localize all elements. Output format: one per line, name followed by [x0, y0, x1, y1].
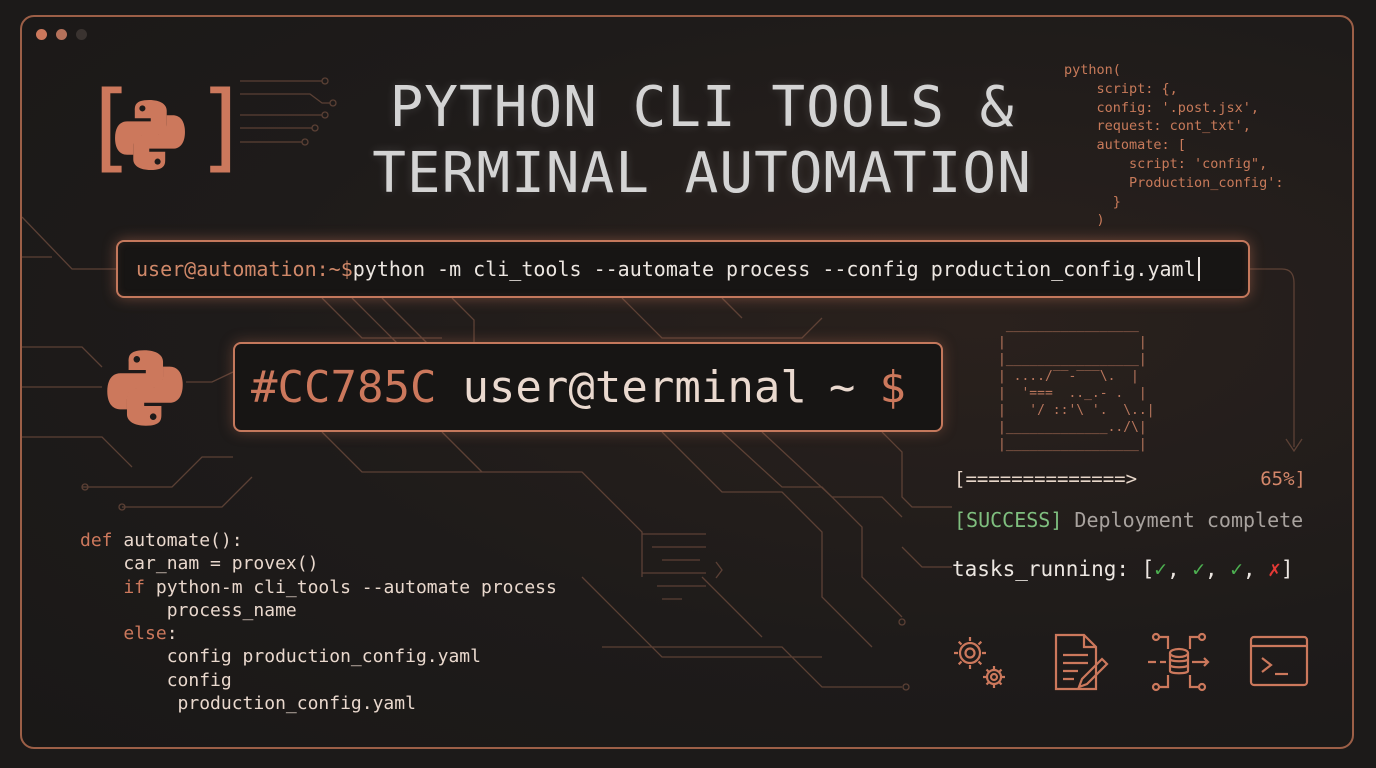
code-line: automate: [: [1064, 137, 1186, 154]
banner-dollar: $: [879, 361, 906, 413]
ascii-line: |_________________|: [998, 437, 1147, 452]
ascii-line: _________________: [998, 318, 1147, 333]
task-check-icon: ✓: [1192, 557, 1205, 581]
tasks-label: tasks_running: [: [952, 557, 1155, 581]
code-line: process_name: [80, 599, 297, 621]
task-separator: ,: [1242, 557, 1269, 581]
task-check-icon: ✓: [1230, 557, 1243, 581]
terminal-icon[interactable]: [1246, 629, 1312, 699]
code-keyword: else: [80, 623, 167, 645]
ascii-line: | ..../‾‾-‾‾‾\. |: [998, 369, 1139, 384]
tasks-running: tasks_running: [✓, ✓, ✓, ✗]: [952, 557, 1293, 581]
window-dot-close[interactable]: [36, 29, 47, 40]
code-line: script: 'config",: [1064, 155, 1268, 172]
terminal-banner: #CC785C user@terminal ~ $: [233, 342, 943, 432]
title-line-1: PYTHON CLI TOOLS &: [389, 75, 1015, 140]
code-line: config: '.post.jsx',: [1064, 99, 1260, 116]
code-line: script: {,: [1064, 80, 1178, 97]
status-line: [SUCCESS] Deployment complete: [954, 508, 1303, 532]
ascii-line: | '=== .._.- . |: [998, 386, 1147, 401]
ascii-line: |_________________|: [998, 352, 1147, 367]
bracket-right: ]: [194, 71, 252, 183]
task-check-icon: ✓: [1154, 557, 1167, 581]
code-line: car_nam = provex(): [80, 553, 319, 575]
task-separator: ,: [1166, 557, 1193, 581]
code-line: automate():: [112, 530, 243, 551]
window-dot-maximize[interactable]: [76, 29, 87, 40]
code-snippet-bottom: def automate(): car_nam = provex() if py…: [80, 529, 557, 715]
code-line: production_config.yaml: [80, 693, 416, 715]
success-tag: [SUCCESS]: [954, 508, 1063, 532]
python-logo-icon: [115, 100, 185, 170]
title-line-2: TERMINAL AUTOMATION: [372, 141, 1032, 206]
tool-icon-row: [946, 629, 1346, 699]
banner-user: user@terminal: [462, 361, 807, 413]
command-prompt: user@automation:~$: [136, 257, 353, 281]
ascii-line: | |: [998, 335, 1147, 350]
code-line: request: cont_txt',: [1064, 118, 1251, 135]
code-keyword: def: [80, 530, 113, 551]
progress-percent: 65%]: [1260, 468, 1306, 490]
progress-bar-text: [==============>: [954, 468, 1138, 490]
window-controls: [36, 29, 87, 40]
code-line: config: [80, 669, 232, 691]
code-line: :: [166, 623, 178, 645]
task-separator: ,: [1204, 557, 1231, 581]
code-line: Production_config':: [1064, 174, 1284, 191]
accent-hex-label: #CC785C: [251, 361, 437, 413]
ascii-line: | '/ ::'\ '. \..|: [998, 403, 1155, 418]
code-line: config production_config.yaml: [80, 646, 481, 668]
python-logo-icon: [107, 350, 183, 426]
code-line: python(: [1064, 62, 1121, 78]
code-keyword: if: [80, 576, 146, 598]
page-title: PYTHON CLI TOOLS & TERMINAL AUTOMATION: [352, 75, 1052, 207]
ascii-art-box: _________________ | | |_________________…: [998, 317, 1155, 453]
code-line: ): [1064, 212, 1105, 229]
code-line: python-m cli_tools --automate process: [145, 576, 557, 598]
window-dot-minimize[interactable]: [56, 29, 67, 40]
tasks-end: ]: [1280, 557, 1294, 581]
terminal-window-frame: [ ] PYTHON CLI TOOLS & TERMINAL AUTOMATI…: [20, 15, 1354, 749]
progress-bar: [==============> 65%]: [954, 468, 1306, 490]
command-input[interactable]: user@automation:~$ python -m cli_tools -…: [116, 240, 1250, 298]
code-line: }: [1064, 193, 1121, 210]
task-cross-icon: ✗: [1268, 557, 1281, 581]
database-flow-icon[interactable]: [1146, 629, 1212, 699]
status-message: Deployment complete: [1062, 508, 1304, 532]
ascii-line: |_____________../\|: [998, 420, 1147, 435]
code-snippet-top: python( script: {, config: '.post.jsx', …: [1064, 61, 1283, 230]
gear-icon[interactable]: [946, 629, 1012, 699]
document-edit-icon[interactable]: [1046, 629, 1112, 699]
banner-tilde: ~: [828, 361, 856, 413]
text-cursor: [1197, 257, 1200, 281]
command-text: python -m cli_tools --automate process -…: [352, 257, 1196, 281]
